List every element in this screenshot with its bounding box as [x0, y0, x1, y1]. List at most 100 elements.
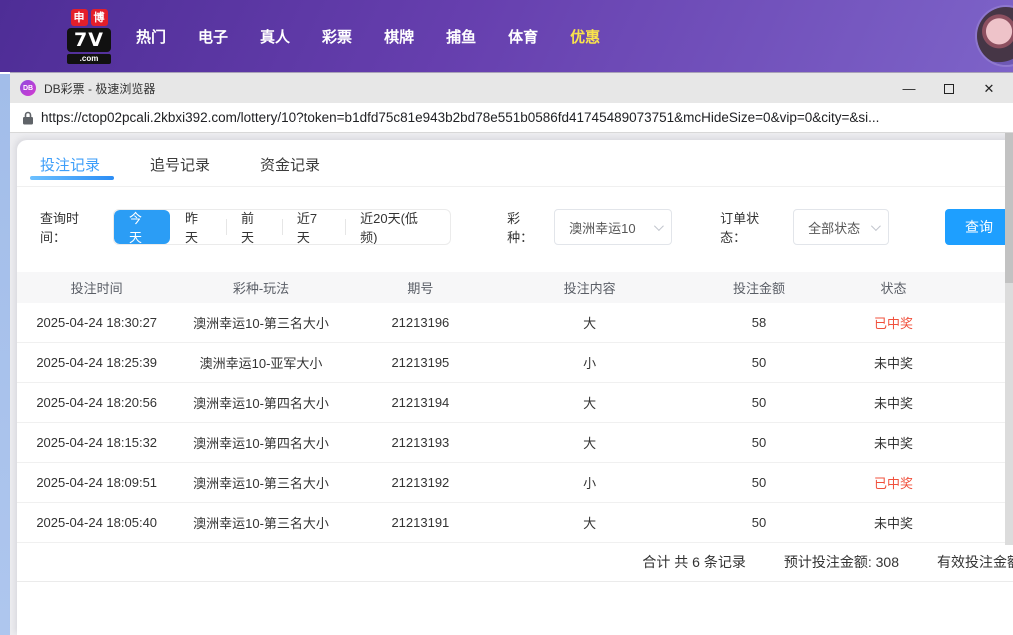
lottery-select[interactable]: 澳洲幸运10: [554, 209, 672, 245]
url-text[interactable]: https://ctop02pcali.2kbxi392.com/lottery…: [41, 110, 879, 125]
cell-issue-number: 21213192: [346, 475, 495, 490]
close-button[interactable]: ✕: [969, 73, 1009, 104]
maximize-icon: [944, 84, 954, 94]
table-row: 2025-04-24 18:25:39澳洲幸运10-亚军大小21213195小5…: [17, 343, 1013, 383]
tab-资金记录[interactable]: 资金记录: [260, 154, 320, 186]
time-option-近7天[interactable]: 近7天: [282, 210, 345, 244]
nav-item-电子[interactable]: 电子: [198, 26, 228, 47]
logo-char-shen: 申: [71, 9, 88, 26]
cell-game-play: 澳洲幸运10-第三名大小: [176, 513, 345, 532]
nav-item-捕鱼[interactable]: 捕鱼: [446, 26, 476, 47]
browser-favicon-db-icon: DB: [20, 80, 36, 96]
cell-issue-number: 21213196: [346, 315, 495, 330]
minimize-button[interactable]: —: [889, 73, 929, 104]
cell-bet-time: 2025-04-24 18:09:51: [17, 475, 176, 490]
cell-game-play: 澳洲幸运10-第四名大小: [176, 433, 345, 452]
logo-domain-com: .com: [67, 54, 111, 64]
table-row: 2025-04-24 18:09:51澳洲幸运10-第三名大小21213192小…: [17, 463, 1013, 503]
tab-投注记录[interactable]: 投注记录: [40, 154, 100, 186]
scrollbar[interactable]: [1005, 133, 1013, 545]
lottery-filter-label: 彩种：: [507, 208, 546, 246]
summary-valid-amount: 有效投注金额: [937, 552, 1013, 572]
user-avatar[interactable]: [977, 7, 1013, 65]
site-logo[interactable]: 申 博 7V .com: [58, 9, 120, 64]
nav-item-热门[interactable]: 热门: [136, 26, 166, 47]
browser-titlebar: DB DB彩票 - 极速浏览器 — ✕: [10, 72, 1013, 103]
cell-bet-content: 大: [495, 513, 684, 532]
chevron-down-icon: [871, 221, 881, 231]
lock-icon: [22, 111, 34, 125]
logo-char-bo: 博: [91, 9, 108, 26]
table-row: 2025-04-24 18:30:27澳洲幸运10-第三名大小21213196大…: [17, 303, 1013, 343]
table-header-row: 投注时间彩种-玩法期号投注内容投注金额状态: [17, 272, 1013, 303]
cell-status: 未中奖: [834, 393, 954, 412]
browser-window-title: DB彩票 - 极速浏览器: [44, 80, 155, 97]
summary-row: 合计 共 6 条记录 预计投注金额: 308 有效投注金额: [17, 543, 1013, 582]
tab-追号记录[interactable]: 追号记录: [150, 154, 210, 186]
browser-urlbar[interactable]: https://ctop02pcali.2kbxi392.com/lottery…: [10, 103, 1013, 133]
column-header-投注金额: 投注金额: [684, 278, 833, 297]
order-status-label: 订单状态：: [720, 208, 785, 246]
page-content: 投注记录 追号记录 资金记录 查询时间： 今天昨天前天近7天近20天(低频) 彩种：…: [10, 133, 1013, 635]
lottery-select-value: 澳洲幸运10: [569, 218, 635, 237]
cell-bet-content: 大: [495, 313, 684, 332]
cell-game-play: 澳洲幸运10-第四名大小: [176, 393, 345, 412]
cell-bet-time: 2025-04-24 18:20:56: [17, 395, 176, 410]
cell-status: 未中奖: [834, 433, 954, 452]
time-option-前天[interactable]: 前天: [226, 210, 282, 244]
time-option-近20天(低频)[interactable]: 近20天(低频): [345, 210, 450, 244]
nav-item-真人[interactable]: 真人: [260, 26, 290, 47]
window-controls: — ✕: [889, 73, 1009, 104]
cell-bet-content: 大: [495, 433, 684, 452]
cell-bet-time: 2025-04-24 18:05:40: [17, 515, 176, 530]
cell-issue-number: 21213195: [346, 355, 495, 370]
nav-item-彩票[interactable]: 彩票: [322, 26, 352, 47]
cell-bet-time: 2025-04-24 18:25:39: [17, 355, 176, 370]
search-button[interactable]: 查询: [945, 209, 1013, 245]
table-row: 2025-04-24 18:15:32澳洲幸运10-第四名大小21213193大…: [17, 423, 1013, 463]
column-header-投注时间: 投注时间: [17, 278, 176, 297]
cell-bet-amount: 58: [684, 315, 833, 330]
cell-bet-amount: 50: [684, 475, 833, 490]
cell-status: 已中奖: [834, 313, 954, 332]
cell-bet-content: 大: [495, 393, 684, 412]
cell-bet-amount: 50: [684, 355, 833, 370]
bet-records-table: 投注时间彩种-玩法期号投注内容投注金额状态 2025-04-24 18:30:2…: [17, 272, 1013, 543]
site-nav-items: 热门 电子 真人 彩票 棋牌 捕鱼 体育 优惠: [136, 26, 600, 47]
time-option-今天[interactable]: 今天: [114, 210, 170, 244]
logo-brand-7v: 7V: [67, 28, 111, 52]
cell-status: 未中奖: [834, 513, 954, 532]
scrollbar-thumb[interactable]: [1005, 133, 1013, 283]
filter-row: 查询时间： 今天昨天前天近7天近20天(低频) 彩种： 澳洲幸运10 订单状态：…: [40, 209, 1013, 245]
cell-bet-content: 小: [495, 473, 684, 492]
order-status-value: 全部状态: [808, 218, 860, 237]
time-option-昨天[interactable]: 昨天: [170, 210, 226, 244]
nav-item-棋牌[interactable]: 棋牌: [384, 26, 414, 47]
cell-issue-number: 21213194: [346, 395, 495, 410]
time-filter-label: 查询时间：: [40, 208, 105, 246]
order-status-select[interactable]: 全部状态: [793, 209, 889, 245]
cell-bet-time: 2025-04-24 18:30:27: [17, 315, 176, 330]
logo-shenbo-tiles: 申 博: [71, 9, 108, 26]
table-row: 2025-04-24 18:05:40澳洲幸运10-第三名大小21213191大…: [17, 503, 1013, 543]
cell-status: 已中奖: [834, 473, 954, 492]
record-tabs: 投注记录 追号记录 资金记录: [17, 140, 1013, 187]
cell-bet-amount: 50: [684, 515, 833, 530]
cell-status: 未中奖: [834, 353, 954, 372]
nav-item-优惠[interactable]: 优惠: [570, 26, 600, 47]
cell-bet-content: 小: [495, 353, 684, 372]
site-top-nav: 申 博 7V .com 热门 电子 真人 彩票 棋牌 捕鱼 体育 优惠: [0, 0, 1013, 72]
column-header-投注内容: 投注内容: [495, 278, 684, 297]
cell-bet-amount: 50: [684, 435, 833, 450]
maximize-button[interactable]: [929, 73, 969, 104]
cell-game-play: 澳洲幸运10-第三名大小: [176, 313, 345, 332]
time-range-group: 今天昨天前天近7天近20天(低频): [113, 209, 451, 245]
nav-item-体育[interactable]: 体育: [508, 26, 538, 47]
chevron-down-icon: [654, 221, 664, 231]
cell-issue-number: 21213191: [346, 515, 495, 530]
column-header-期号: 期号: [346, 278, 495, 297]
cell-bet-amount: 50: [684, 395, 833, 410]
column-header-彩种-玩法: 彩种-玩法: [176, 278, 345, 297]
summary-total-count: 合计 共 6 条记录: [642, 552, 745, 572]
cell-bet-time: 2025-04-24 18:15:32: [17, 435, 176, 450]
